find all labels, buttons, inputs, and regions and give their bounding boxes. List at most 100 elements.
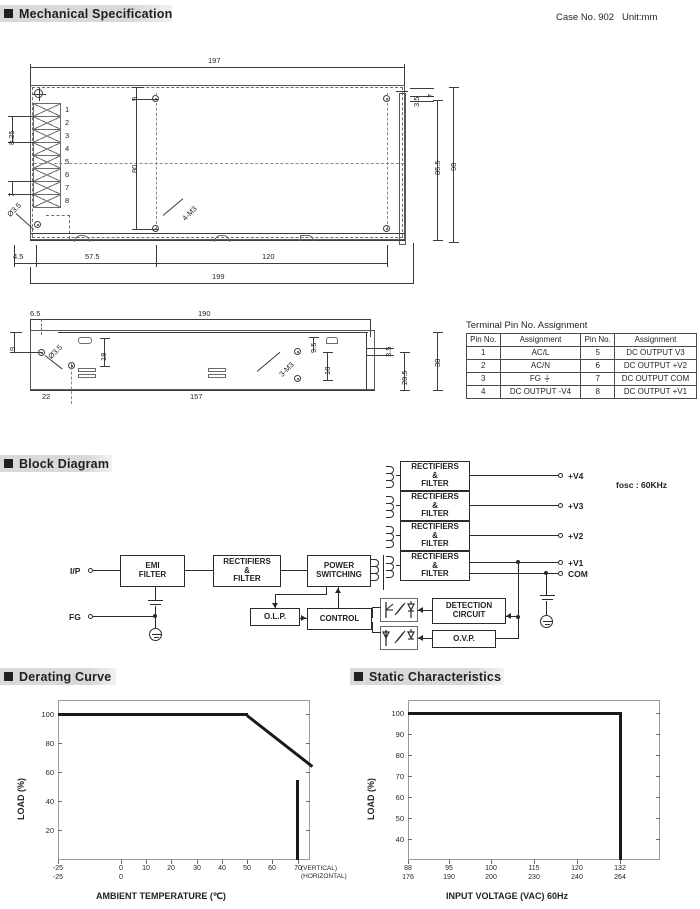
cell-pin-7: 7: [580, 372, 615, 386]
table-row: 1 AC/L 5 DC OUTPUT V3: [466, 346, 698, 360]
cell-assign-4: DC OUTPUT -V4: [499, 385, 582, 399]
pin-label-6: 6: [65, 170, 70, 179]
static-ytick-60: 60: [395, 793, 404, 802]
th-assignment-1: Assignment: [499, 333, 582, 347]
static-ytick-50: 50: [395, 814, 404, 823]
static-ytick-90: 90: [395, 730, 404, 739]
static-xtick-100: 100: [485, 865, 497, 872]
case-number-note: Case No. 902: [556, 12, 615, 23]
dim-38: 38: [433, 358, 442, 367]
section-title-mechanical: Mechanical Specification: [19, 6, 173, 21]
output-terminal-v1: [558, 560, 563, 565]
optocoupler-detection-icon: [380, 598, 418, 622]
cell-assign-5: DC OUTPUT V3: [613, 346, 698, 360]
cell-assign-1: AC/L: [499, 346, 582, 360]
bullet-square-icon: [4, 672, 13, 681]
output-label-v2: +V2: [568, 531, 584, 541]
cell-assign-3: FG ⏚: [499, 372, 582, 386]
block-label-rect-v4: RECTIFIERS & FILTER: [411, 462, 459, 489]
block-label-control: CONTROL: [319, 613, 360, 623]
output-earth-ground-icon: [540, 615, 553, 628]
dim-6-5: 6.5: [30, 309, 41, 318]
output-label-v1: +V1: [568, 558, 584, 568]
static-ytick-100: 100: [391, 709, 404, 718]
input-label-fg: FG: [69, 612, 81, 622]
dim-3-5-right: 3.5: [412, 96, 421, 107]
dim-157: 157: [190, 392, 203, 401]
th-pin-no-2: Pin No.: [580, 333, 615, 347]
cell-pin-5: 5: [580, 346, 615, 360]
earth-ground-icon: [149, 628, 162, 641]
static-xtick-88: 88: [404, 865, 412, 872]
static-xtick-115: 115: [528, 865, 540, 872]
static-xtick-230: 230: [528, 873, 540, 881]
dim-3-5-side: 3.5: [384, 346, 393, 357]
static-plot-area: [408, 700, 660, 860]
output-label-com: COM: [568, 569, 588, 579]
pin-label-2: 2: [65, 118, 70, 127]
output-terminal-com: [558, 571, 563, 576]
static-y-axis-title: LOAD (%): [366, 778, 376, 820]
derating-ytick-40: 40: [45, 797, 54, 806]
side-m3-screw-right: [294, 375, 301, 382]
pin-table-title: Terminal Pin No. Assignment: [466, 320, 588, 331]
block-label-power-switching: POWER SWITCHING: [316, 561, 362, 579]
derating-xtick-60: 60: [268, 865, 276, 872]
optocoupler-ovp-icon: [380, 626, 418, 650]
block-label-ovp: O.V.P.: [453, 633, 475, 643]
derating-plot-area: [58, 700, 310, 860]
block-input-rectifiers-filter: RECTIFIERS & FILTER: [213, 555, 281, 587]
cell-pin-2: 2: [466, 359, 501, 373]
mechanical-side-view: 6.5 190 Ø3.5 9 3-M3 18 9.5 18 3.5 28.5 3…: [0, 305, 470, 410]
terminal-pin-table: Pin No. Assignment Pin No. Assignment 1 …: [466, 333, 698, 399]
derating-curve-dropoff: [296, 780, 299, 860]
block-control: CONTROL: [307, 608, 372, 630]
dim-190: 190: [198, 309, 211, 318]
static-xtick-120: 120: [571, 865, 583, 872]
unit-note: Unit:mm: [622, 12, 658, 23]
pin-label-5: 5: [65, 157, 70, 166]
block-rectifier-v2: RECTIFIERS & FILTER: [400, 521, 470, 551]
static-xtick-190: 190: [443, 873, 455, 881]
block-label-rect-v2: RECTIFIERS & FILTER: [411, 522, 459, 549]
pin-label-7: 7: [65, 183, 70, 192]
derating-xtick-minus25: -25 -25: [46, 865, 70, 883]
block-label-olp: O.L.P.: [263, 611, 287, 621]
dim-7-right: 7: [426, 93, 435, 98]
cell-assign-8: DC OUTPUT +V1: [613, 385, 698, 399]
derating-orientation-note: (VERTICAL) (HORIZONTAL): [301, 865, 347, 881]
static-xtick-240: 240: [571, 873, 583, 881]
cell-pin-3: 3: [466, 372, 501, 386]
static-ytick-70: 70: [395, 772, 404, 781]
static-xtick-132: 132: [614, 865, 626, 872]
derating-xtick-20: 20: [167, 865, 175, 872]
static-ytick-40: 40: [395, 835, 404, 844]
derating-xtick-30: 30: [193, 865, 201, 872]
static-xtick-88-176: 88 176: [396, 865, 420, 883]
cell-pin-1: 1: [466, 346, 501, 360]
derating-curve-chart: 100 80 60 40 20 -25 -25 0 0 10 20 30 40 …: [0, 695, 347, 905]
static-xtick-95-190: 95 190: [437, 865, 461, 883]
static-curve-plateau: [408, 712, 622, 715]
derating-xtick-0-row1: 0: [119, 865, 123, 872]
pin-label-3: 3: [65, 131, 70, 140]
dim-85-5: 85.5: [433, 160, 442, 175]
block-olp: O.L.P.: [250, 608, 300, 626]
derating-ytick-20: 20: [45, 826, 54, 835]
mechanical-top-view: 197 1 2 3 4 5 6 7 8 8.25 7 Ø3.5 4-M3 9 8…: [0, 55, 470, 300]
derating-ytick-100: 100: [41, 710, 54, 719]
section-header-static: Static Characteristics: [350, 668, 504, 685]
section-title-static: Static Characteristics: [369, 669, 502, 684]
cell-assign-2: AC/N: [499, 359, 582, 373]
bullet-square-icon: [354, 672, 363, 681]
block-rectifier-v4: RECTIFIERS & FILTER: [400, 461, 470, 491]
dim-98: 98: [449, 162, 458, 171]
section-title-derating: Derating Curve: [19, 669, 112, 684]
block-label-detection: DETECTION CIRCUIT: [445, 601, 493, 619]
output-label-v4: +V4: [568, 471, 584, 481]
output-terminal-v3: [558, 503, 563, 508]
static-xtick-120-240: 120 240: [565, 865, 589, 883]
output-terminal-v2: [558, 533, 563, 538]
block-label-emi: EMI FILTER: [138, 561, 167, 579]
input-label-ip: I/P: [70, 566, 81, 576]
